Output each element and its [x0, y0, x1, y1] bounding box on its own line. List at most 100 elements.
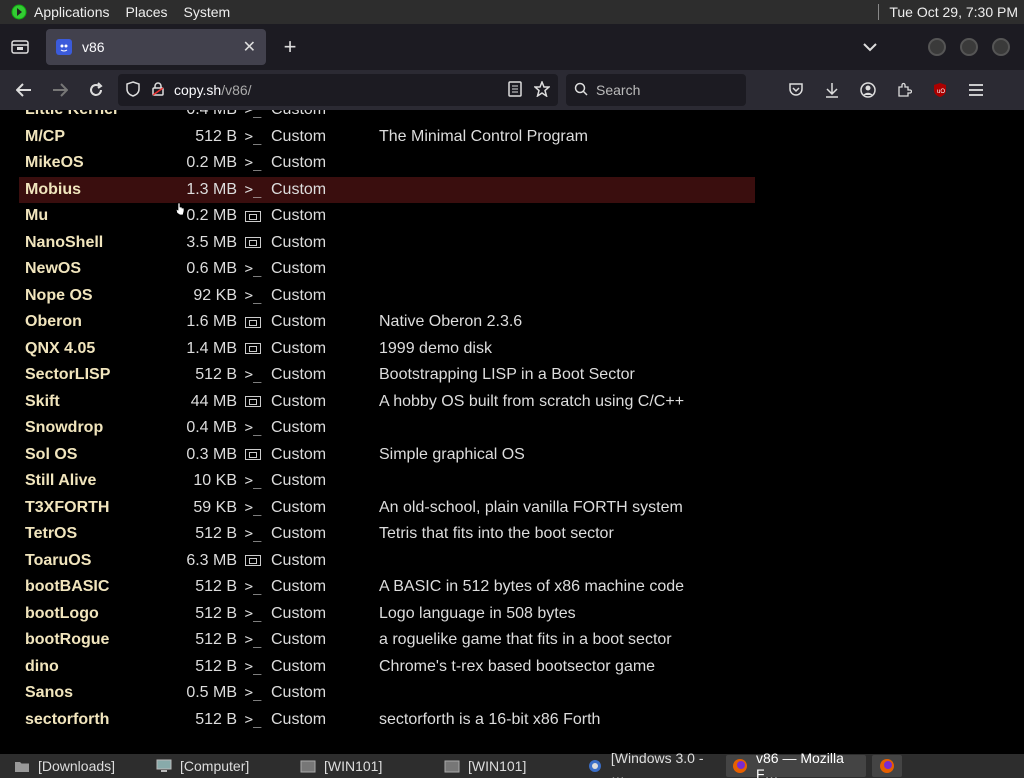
os-name-link[interactable]: Oberon — [19, 309, 169, 336]
os-list-row[interactable]: Skift 44 MB Custom A hobby OS built from sc… — [19, 389, 755, 416]
os-list-row[interactable]: Mobius 1.3 MB >_ Custom — [19, 176, 755, 203]
os-name-link[interactable]: dino — [19, 654, 169, 681]
os-name-link[interactable]: Nope OS — [19, 283, 169, 310]
os-list-row[interactable]: QNX 4.05 1.4 MB Custom 1999 demo disk — [19, 336, 755, 363]
url-text[interactable]: copy.sh/v86/ — [174, 82, 508, 98]
os-name-link[interactable]: SectorLISP — [19, 362, 169, 389]
os-description: Simple graphical OS — [379, 445, 525, 463]
task-computer[interactable]: [Computer] — [150, 755, 288, 777]
close-window-button[interactable] — [992, 38, 1010, 56]
os-list-row[interactable]: Snowdrop 0.4 MB >_ Custom — [19, 415, 755, 442]
clock[interactable]: Tue Oct 29, 7:30 PM — [889, 4, 1018, 20]
chevron-down-icon[interactable] — [850, 42, 890, 52]
os-name-link[interactable]: TetrOS — [19, 521, 169, 548]
os-list-table: Little Kernel0.4 MB>_CustomM/CP512 B>_Cu… — [19, 110, 755, 733]
os-list-row[interactable]: TetrOS 512 B >_ Custom Tetris that fits into… — [19, 521, 755, 548]
os-name-link[interactable]: M/CP — [19, 124, 169, 151]
v86-favicon-icon — [56, 39, 72, 55]
os-list-row[interactable]: MikeOS 0.2 MB >_ Custom — [19, 150, 755, 177]
os-name-link[interactable]: Sanos — [19, 680, 169, 707]
os-name-link[interactable]: bootRogue — [19, 627, 169, 654]
system-menu[interactable]: System — [184, 4, 231, 20]
firefox-view-icon[interactable] — [0, 24, 40, 70]
os-name-link[interactable]: NewOS — [19, 256, 169, 283]
os-list-row[interactable]: Nope OS 92 KB >_ Custom — [19, 283, 755, 310]
os-list-row[interactable]: M/CP 512 B >_ Custom The Minimal Control Pro… — [19, 124, 755, 151]
os-list-row[interactable]: Mu 0.2 MB Custom — [19, 203, 755, 230]
os-name-link[interactable]: Still Alive — [19, 468, 169, 495]
os-name-link[interactable]: bootBASIC — [19, 574, 169, 601]
os-name-link[interactable]: QNX 4.05 — [19, 336, 169, 363]
os-ui-type: >_ — [239, 415, 267, 442]
os-list-row[interactable]: dino 512 B >_ Custom Chrome's t-rex based bo… — [19, 654, 755, 681]
minimize-button[interactable] — [928, 38, 946, 56]
task-win101-b[interactable]: [WIN101] — [438, 755, 576, 777]
ublock-origin-icon[interactable]: uO — [922, 74, 958, 106]
os-name-link[interactable]: Snowdrop — [19, 415, 169, 442]
os-category: Custom — [271, 419, 327, 437]
hamburger-menu-icon[interactable] — [958, 74, 994, 106]
task-windows30[interactable]: [Windows 3.0 - … — [582, 750, 720, 778]
os-name-link[interactable]: Skift — [19, 389, 169, 416]
account-icon[interactable] — [850, 74, 886, 106]
os-description: 1999 demo disk — [379, 339, 492, 357]
pocket-icon[interactable] — [778, 74, 814, 106]
taskbar: [Downloads] [Computer] [WIN101] [WIN101]… — [0, 750, 1024, 778]
reload-button[interactable] — [78, 74, 114, 106]
os-list-row[interactable]: SectorLISP 512 B >_ Custom Bootstrapping LIS… — [19, 362, 755, 389]
window-icon — [444, 759, 460, 773]
reader-mode-icon[interactable] — [508, 80, 522, 100]
os-name-link[interactable]: NanoShell — [19, 230, 169, 257]
os-name-link[interactable]: Sol OS — [19, 442, 169, 469]
new-tab-button[interactable]: + — [270, 29, 310, 65]
os-name-link[interactable]: Mobius — [19, 176, 169, 203]
os-list-row[interactable]: Sanos 0.5 MB >_ Custom — [19, 680, 755, 707]
os-list-row[interactable]: ToaruOS 6.3 MB Custom — [19, 548, 755, 575]
close-tab-icon[interactable]: ✕ — [243, 37, 256, 57]
task-downloads[interactable]: [Downloads] — [8, 755, 144, 777]
os-list-row[interactable]: Oberon 1.6 MB Custom Native Oberon 2.3.6 — [19, 309, 755, 336]
task-win101-a[interactable]: [WIN101] — [294, 755, 432, 777]
gnome-foot-icon[interactable] — [10, 3, 28, 21]
terminal-icon: >_ — [244, 632, 262, 649]
address-bar[interactable]: copy.sh/v86/ — [118, 74, 558, 106]
forward-button[interactable] — [42, 74, 78, 106]
places-menu[interactable]: Places — [126, 4, 168, 20]
maximize-button[interactable] — [960, 38, 978, 56]
os-list-row[interactable]: Little Kernel0.4 MB >_ Custom — [19, 110, 755, 124]
os-list-row[interactable]: Still Alive 10 KB >_ Custom — [19, 468, 755, 495]
os-list-row[interactable]: NanoShell 3.5 MB Custom — [19, 230, 755, 257]
os-list-row[interactable]: T3XFORTH 59 KB >_ Custom An old-school, plai… — [19, 495, 755, 522]
os-size: 10 KB — [193, 472, 237, 490]
os-name-link[interactable]: sectorforth — [19, 707, 169, 734]
os-list-row[interactable]: NewOS 0.6 MB >_ Custom — [19, 256, 755, 283]
os-list-row[interactable]: Sol OS 0.3 MB Custom Simple graphical OS — [19, 442, 755, 469]
search-input[interactable]: Search — [566, 74, 746, 106]
lock-icon[interactable] — [152, 81, 164, 99]
os-name-link[interactable]: T3XFORTH — [19, 495, 169, 522]
os-name-link[interactable]: Little Kernel — [19, 110, 169, 124]
os-category: Custom — [271, 710, 327, 728]
folder-icon — [14, 759, 30, 773]
os-ui-type: >_ — [239, 468, 267, 495]
applications-menu[interactable]: Applications — [34, 4, 110, 20]
shield-icon[interactable] — [126, 80, 140, 100]
extensions-icon[interactable] — [886, 74, 922, 106]
os-list-row[interactable]: bootRogue 512 B >_ Custom a roguelike game t… — [19, 627, 755, 654]
back-button[interactable] — [6, 74, 42, 106]
task-firefox-v86[interactable]: v86 — Mozilla F… — [726, 750, 866, 778]
os-name-link[interactable]: ToaruOS — [19, 548, 169, 575]
terminal-icon: >_ — [244, 110, 262, 119]
bookmark-star-icon[interactable] — [533, 79, 551, 100]
os-list-row[interactable]: bootBASIC 512 B >_ Custom A BASIC in 512 byt… — [19, 574, 755, 601]
os-name-link[interactable]: MikeOS — [19, 150, 169, 177]
firefox-launcher-icon[interactable] — [872, 755, 902, 777]
downloads-icon[interactable] — [814, 74, 850, 106]
os-name-link[interactable]: Mu — [19, 203, 169, 230]
os-category: Custom — [271, 366, 327, 384]
tab-v86[interactable]: v86 ✕ — [46, 29, 266, 65]
os-list-row[interactable]: sectorforth 512 B >_ Custom sectorforth is a… — [19, 707, 755, 734]
os-description — [379, 203, 755, 230]
os-list-row[interactable]: bootLogo 512 B >_ Custom Logo language in 50… — [19, 601, 755, 628]
os-name-link[interactable]: bootLogo — [19, 601, 169, 628]
